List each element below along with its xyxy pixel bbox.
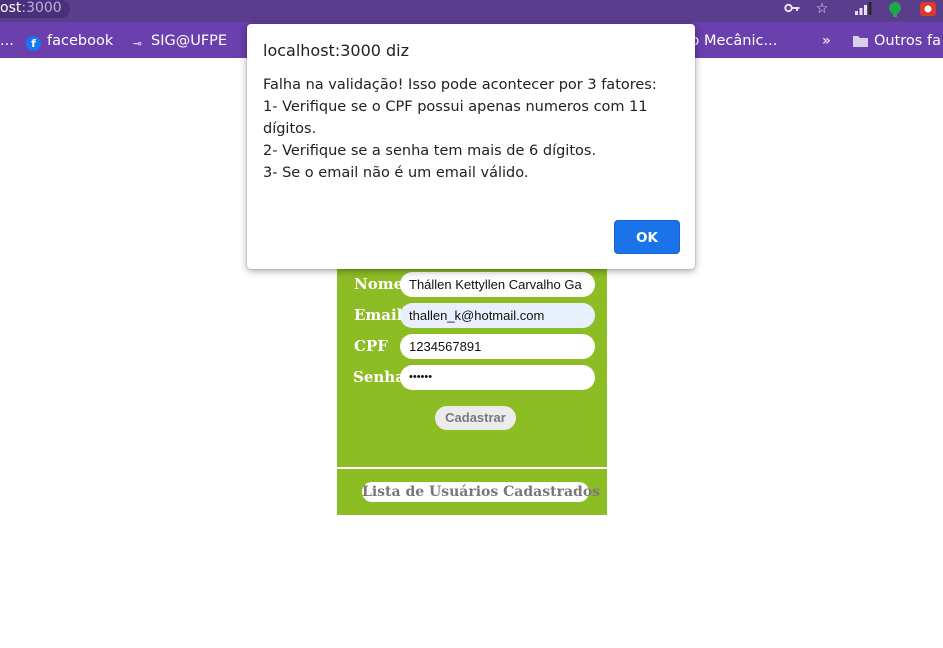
dialog-message-line: Falha na validação! Isso pode acontecer … bbox=[263, 77, 657, 93]
browser-url-bar: ost:3000 ☆ bbox=[0, 0, 943, 22]
bookmark-label: Outros fa bbox=[874, 33, 941, 49]
cadastrar-button[interactable]: Cadastrar bbox=[435, 406, 516, 430]
bookmark-label: ... bbox=[0, 33, 14, 49]
email-label: Email bbox=[354, 306, 403, 324]
bookmark-label: » bbox=[822, 33, 831, 49]
lista-usuarios-button[interactable]: Lista de Usuários Cadastrados bbox=[362, 482, 600, 502]
green-extension-icon[interactable] bbox=[886, 1, 904, 17]
dialog-message-line: 2- Verifique se a senha tem mais de 6 dí… bbox=[263, 143, 597, 159]
url-port: :3000 bbox=[21, 0, 62, 16]
red-extension-icon[interactable] bbox=[919, 1, 937, 17]
url-host: ost bbox=[0, 0, 22, 16]
key-icon[interactable] bbox=[783, 1, 801, 17]
cpf-input[interactable]: 1234567891 bbox=[400, 334, 595, 359]
dialog-message-line: 3- Se o email não é um email válido. bbox=[263, 165, 529, 181]
bookmark-folder-outros[interactable]: Outros fa bbox=[853, 31, 941, 51]
address-field[interactable]: ost:3000 bbox=[0, 0, 70, 18]
bookmark-label: facebook bbox=[47, 33, 114, 49]
dialog-message-line: 1- Verifique se o CPF possui apenas nume… bbox=[263, 99, 648, 115]
folder-icon bbox=[853, 34, 868, 49]
senha-label: Senha bbox=[353, 368, 405, 386]
nome-label: Nome bbox=[354, 275, 404, 293]
dialog-ok-button[interactable]: OK bbox=[614, 220, 680, 254]
bookmarks-more-chevron-icon[interactable]: » bbox=[822, 31, 831, 51]
alert-dialog: localhost:3000 diz Falha na validação! I… bbox=[247, 24, 695, 269]
nome-input[interactable]: Thállen Kettyllen Carvalho Ga bbox=[400, 272, 595, 297]
cpf-label: CPF bbox=[354, 337, 388, 355]
senha-input[interactable]: •••••• bbox=[400, 365, 595, 390]
sig-icon: ⊸ bbox=[132, 37, 143, 50]
facebook-icon: f bbox=[26, 36, 41, 51]
bookmark-overflow-left[interactable]: ... bbox=[0, 31, 14, 51]
card-divider bbox=[337, 467, 607, 469]
dialog-message: Falha na validação! Isso pode acontecer … bbox=[263, 74, 683, 184]
bookmark-sig-ufpe[interactable]: ⊸ SIG@UFPE bbox=[130, 31, 227, 51]
star-bookmark-icon[interactable]: ☆ bbox=[813, 1, 831, 17]
dialog-title: localhost:3000 diz bbox=[263, 41, 410, 60]
signal-extension-icon[interactable] bbox=[854, 1, 872, 17]
bookmark-label: SIG@UFPE bbox=[151, 33, 228, 49]
bookmark-facebook[interactable]: f facebook bbox=[26, 31, 113, 51]
email-input[interactable]: thallen_k@hotmail.com bbox=[400, 303, 595, 328]
url-bar-icons: ☆ bbox=[783, 0, 943, 20]
dialog-message-line: dígitos. bbox=[263, 121, 317, 137]
